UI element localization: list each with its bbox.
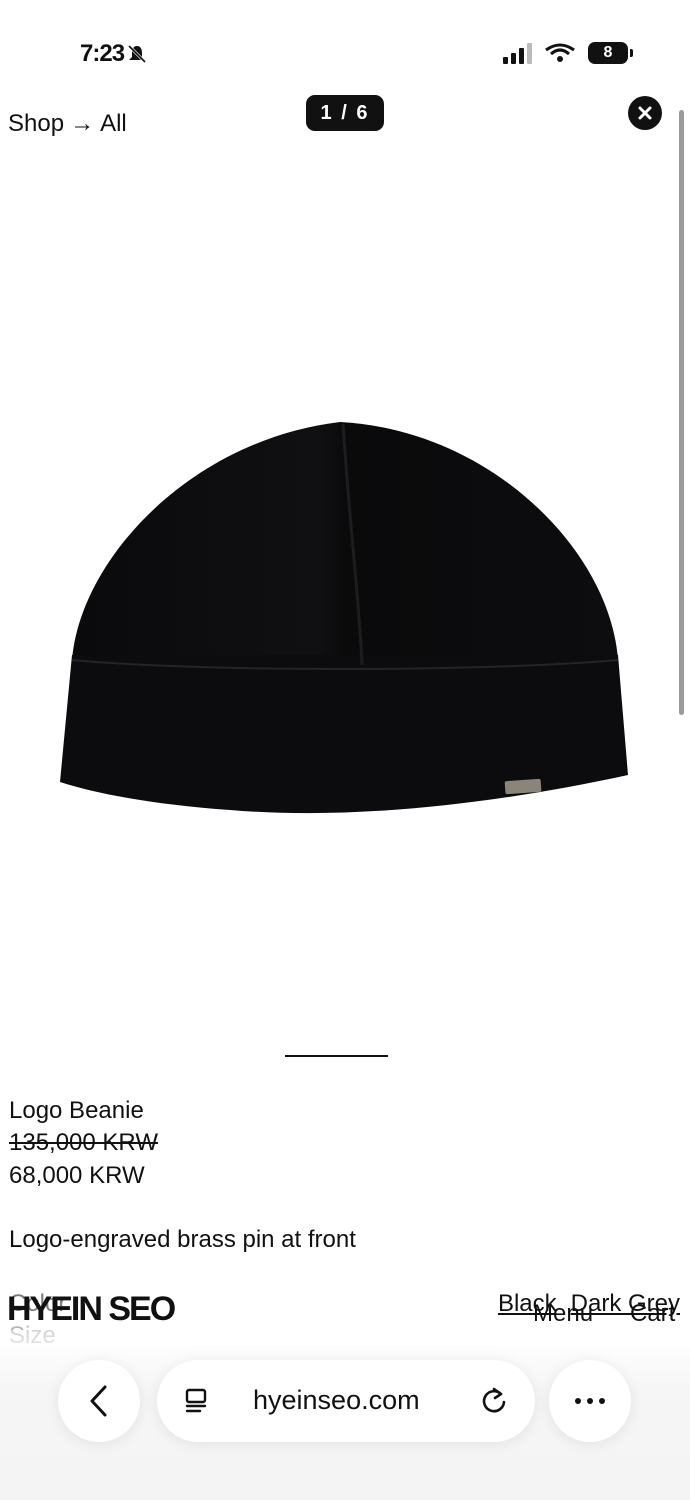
status-indicators: 8: [503, 42, 633, 64]
chevron-left-icon: [90, 1385, 107, 1417]
more-options-button[interactable]: [549, 1360, 631, 1442]
close-icon: [638, 106, 652, 120]
cart-link[interactable]: Cart: [630, 1300, 675, 1328]
status-time: 7:23: [80, 40, 148, 68]
silent-mode-icon: [127, 44, 147, 64]
more-dot-icon: [599, 1398, 605, 1404]
image-indicator: [285, 1055, 388, 1057]
close-button[interactable]: [628, 96, 662, 130]
breadcrumb: Shop → All: [8, 110, 127, 138]
menu-link[interactable]: Menu: [533, 1300, 593, 1328]
logo-pin: [504, 778, 542, 795]
breadcrumb-all[interactable]: All: [100, 110, 127, 138]
status-time-text: 7:23: [80, 40, 125, 67]
vpn-icon: [545, 43, 575, 62]
url-text[interactable]: hyeinseo.com: [253, 1385, 420, 1416]
cellular-signal-icon: [503, 42, 532, 64]
product-name: Logo Beanie: [9, 1097, 144, 1124]
battery-icon: 8: [588, 42, 633, 64]
reader-mode-icon[interactable]: [182, 1387, 210, 1415]
reload-icon[interactable]: [479, 1385, 509, 1415]
address-bar[interactable]: hyeinseo.com: [157, 1360, 535, 1442]
scrollbar[interactable]: [679, 110, 684, 715]
breadcrumb-shop[interactable]: Shop: [8, 110, 64, 138]
brand-logo[interactable]: HYEIN SEO: [7, 1290, 176, 1329]
more-dot-icon: [587, 1398, 593, 1404]
more-dot-icon: [575, 1398, 581, 1404]
product-image[interactable]: [50, 410, 640, 830]
product-description: Logo-engraved brass pin at front: [9, 1226, 356, 1253]
sale-price: 68,000 KRW: [9, 1162, 145, 1189]
original-price: 135,000 KRW: [9, 1129, 158, 1156]
back-button[interactable]: [58, 1360, 140, 1442]
breadcrumb-arrow: →: [70, 110, 95, 137]
image-counter: 1 / 6: [306, 95, 384, 131]
